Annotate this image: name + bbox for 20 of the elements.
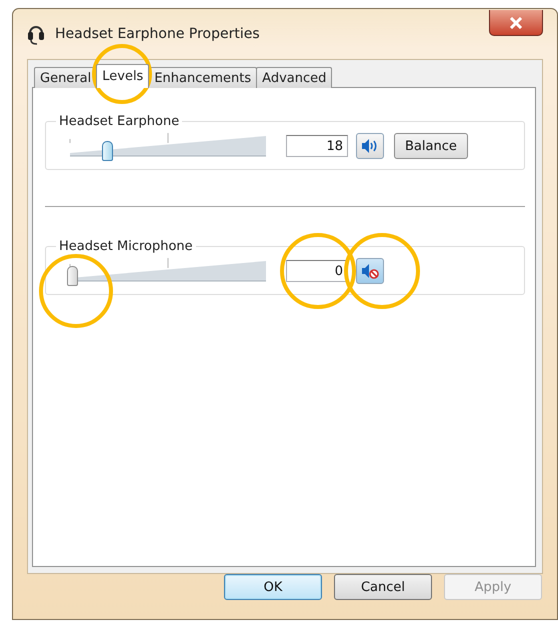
dialog-button[interactable]: Cancel xyxy=(334,574,432,600)
muted-speaker-icon xyxy=(360,262,380,280)
window-title: Headset Earphone Properties xyxy=(55,26,260,42)
tab[interactable]: Levels xyxy=(96,64,150,88)
device-label: Headset Microphone xyxy=(58,239,194,254)
close-icon xyxy=(509,16,523,28)
mute-button[interactable] xyxy=(356,133,384,159)
slider-thumb[interactable] xyxy=(102,141,113,161)
slider-thumb[interactable] xyxy=(67,266,78,286)
balance-button[interactable]: Balance xyxy=(394,133,468,159)
tab[interactable]: General xyxy=(34,67,98,88)
mute-button[interactable] xyxy=(356,258,384,284)
tab[interactable]: Advanced xyxy=(256,67,332,88)
device-label: Headset Earphone xyxy=(58,114,180,129)
headset-icon xyxy=(27,23,45,45)
tab[interactable]: Enhancements xyxy=(148,67,258,88)
close-button[interactable] xyxy=(489,10,543,36)
level-field[interactable]: 0 xyxy=(286,260,348,282)
level-field[interactable]: 18 xyxy=(286,135,348,157)
dialog-button[interactable]: OK xyxy=(224,574,322,600)
